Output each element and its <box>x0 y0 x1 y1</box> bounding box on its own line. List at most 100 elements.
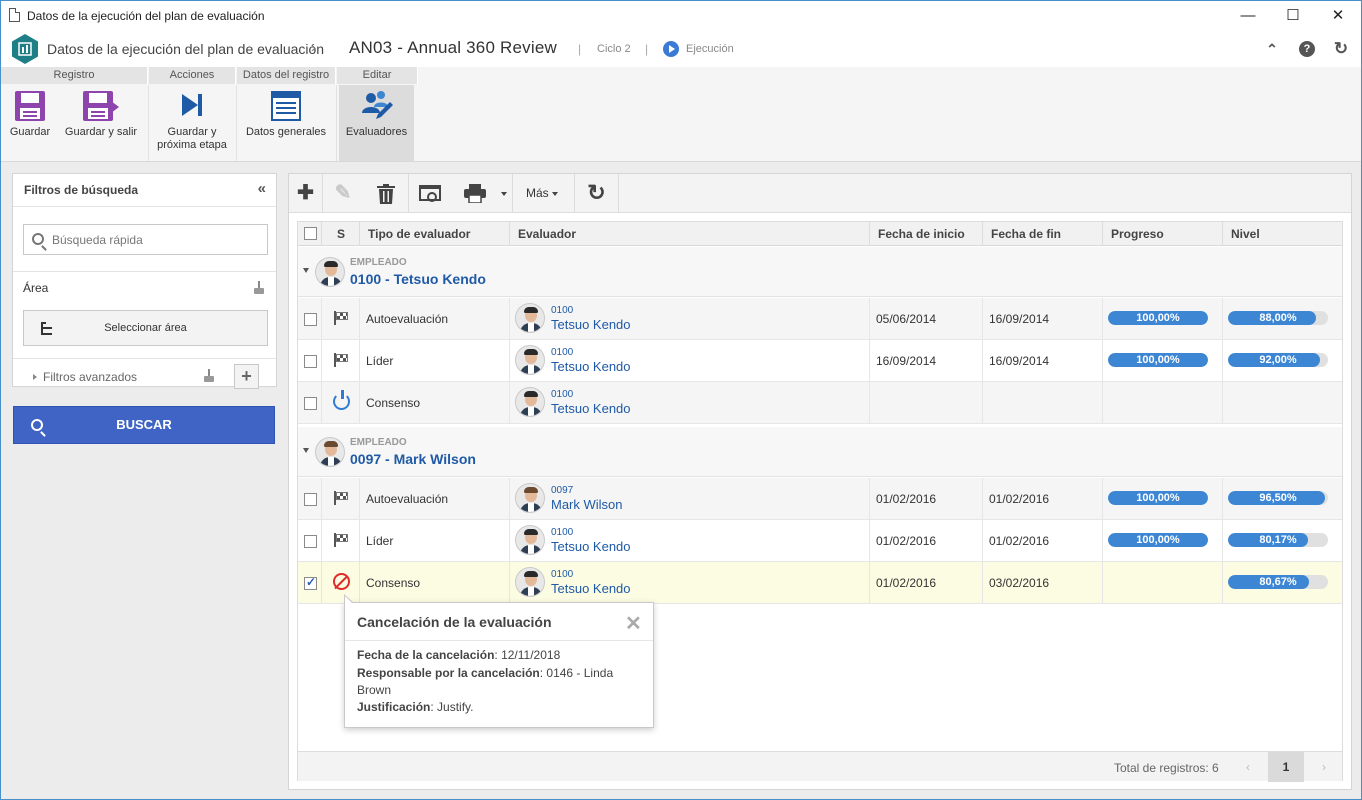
search-icon <box>31 419 43 431</box>
select-area-button[interactable]: Seleccionar área <box>23 310 268 346</box>
col-level[interactable]: Nivel <box>1223 222 1342 246</box>
pencil-icon: ✎ <box>334 182 352 204</box>
quick-search-input[interactable] <box>52 231 262 249</box>
close-popup-icon[interactable]: ✕ <box>625 611 642 636</box>
col-evaluator-type[interactable]: Tipo de evaluador <box>360 222 510 246</box>
trash-icon <box>377 184 395 204</box>
search-button[interactable]: BUSCAR <box>13 406 275 444</box>
group-label: EMPLEADO <box>350 257 407 268</box>
col-progress[interactable]: Progreso <box>1103 222 1223 246</box>
filters-title: Filtros de búsqueda <box>24 183 139 197</box>
employee-name: 0100 - Tetsuo Kendo <box>350 271 486 287</box>
end-date: 03/02/2016 <box>989 576 1050 590</box>
search-button-label: BUSCAR <box>116 417 172 432</box>
view-button[interactable] <box>409 174 451 212</box>
cancel-icon[interactable] <box>333 573 350 590</box>
collapse-panel-icon[interactable]: « <box>258 180 266 197</box>
evaluators-button[interactable]: Evaluadores <box>339 85 414 161</box>
cancellation-justification: Justificación: Justify. <box>357 700 474 714</box>
delete-button[interactable] <box>363 174 409 212</box>
select-all-checkbox[interactable] <box>304 227 317 240</box>
expand-triangle-icon[interactable] <box>33 374 37 380</box>
collapse-up-icon[interactable]: ⌃ <box>1262 39 1282 59</box>
maximize-button[interactable]: ☐ <box>1270 1 1316 31</box>
collapse-group-icon[interactable] <box>303 448 309 453</box>
refresh-button[interactable]: ↻ <box>575 174 619 212</box>
add-filter-button[interactable]: + <box>234 364 259 389</box>
cancellation-popup: Cancelación de la evaluación ✕ Fecha de … <box>344 594 654 728</box>
quick-search-box[interactable] <box>23 224 268 255</box>
add-button[interactable]: ✚ <box>289 174 323 212</box>
evaluator-type: Consenso <box>366 396 421 410</box>
row-checkbox[interactable] <box>304 493 317 506</box>
print-dropdown-icon[interactable] <box>501 192 507 196</box>
close-window-button[interactable]: ✕ <box>1315 1 1361 31</box>
play-status-icon <box>663 41 679 57</box>
progress-bar: 100,00% <box>1108 533 1208 547</box>
level-bar: 92,00% <box>1228 353 1328 367</box>
advanced-filters-toggle[interactable]: Filtros avanzados <box>43 370 137 384</box>
evaluator-code: 0100 <box>551 569 574 580</box>
more-button-area[interactable] <box>513 174 575 212</box>
table-row[interactable]: Líder 0100 Tetsuo Kendo 16/09/2014 16/09/201… <box>298 340 1342 382</box>
next-page-button[interactable]: › <box>1306 752 1342 782</box>
table-row[interactable]: Consenso 0100 Tetsuo Kendo <box>298 382 1342 424</box>
row-checkbox[interactable] <box>304 397 317 410</box>
employee-group-header[interactable]: EMPLEADO 0097 - Mark Wilson <box>298 427 1342 477</box>
col-start-date[interactable]: Fecha de inicio <box>870 222 983 246</box>
grid-toolbar: ✚ ✎ Más ↻ <box>289 174 1351 213</box>
save-button[interactable]: Guardar <box>3 85 57 161</box>
evaluator-name: Tetsuo Kendo <box>551 581 631 596</box>
col-end-date[interactable]: Fecha de fin <box>983 222 1103 246</box>
row-checkbox[interactable] <box>304 575 317 590</box>
page-1-button[interactable]: 1 <box>1268 752 1304 782</box>
end-date: 16/09/2014 <box>989 312 1050 326</box>
general-data-button[interactable]: Datos generales <box>238 85 334 161</box>
save-and-exit-button[interactable]: Guardar y salir <box>59 85 143 161</box>
edit-button[interactable]: ✎ <box>323 174 363 212</box>
help-icon[interactable]: ? <box>1299 41 1315 57</box>
plus-icon: ✚ <box>297 182 314 204</box>
row-checkbox[interactable] <box>304 313 317 326</box>
end-date: 16/09/2014 <box>989 354 1050 368</box>
employee-group-header[interactable]: EMPLEADO 0100 - Tetsuo Kendo <box>298 247 1342 297</box>
avatar <box>515 525 545 555</box>
clear-filter-icon[interactable] <box>253 281 265 295</box>
evaluator-type: Autoevaluación <box>366 492 449 506</box>
collapse-group-icon[interactable] <box>303 268 309 273</box>
status-label: Ejecución <box>686 43 734 55</box>
title-bar: Datos de la ejecución del plan de evalua… <box>1 1 1361 31</box>
progress-bar: 100,00% <box>1108 491 1208 505</box>
evaluator-code: 0100 <box>551 527 574 538</box>
minimize-button[interactable]: — <box>1225 1 1271 31</box>
row-checkbox[interactable] <box>304 355 317 368</box>
avatar <box>515 345 545 375</box>
view-record-icon <box>419 185 441 202</box>
table-row[interactable]: Líder 0100 Tetsuo Kendo 01/02/2016 01/02/201… <box>298 520 1342 562</box>
table-row[interactable]: Autoevaluación 0097 Mark Wilson 01/02/2016 0… <box>298 478 1342 520</box>
col-evaluator[interactable]: Evaluador <box>510 222 870 246</box>
table-row[interactable]: Autoevaluación 0100 Tetsuo Kendo 05/06/2014… <box>298 298 1342 340</box>
group-label: EMPLEADO <box>350 437 407 448</box>
avatar <box>315 437 345 467</box>
area-label: Área <box>23 281 49 295</box>
breadcrumb[interactable]: Datos de la ejecución del plan de evalua… <box>47 41 324 57</box>
col-status[interactable]: S <box>322 222 360 246</box>
refresh-icon[interactable]: ↻ <box>1331 39 1351 59</box>
checkered-flag-icon <box>334 353 348 367</box>
print-button[interactable] <box>451 174 513 212</box>
general-data-label: Datos generales <box>245 126 327 138</box>
save-next-stage-button[interactable]: Guardar y próxima etapa <box>150 85 234 161</box>
save-next-label-2: próxima etapa <box>157 139 227 151</box>
evaluator-type: Consenso <box>366 576 421 590</box>
row-checkbox[interactable] <box>304 535 317 548</box>
app-header: Datos de la ejecución del plan de evalua… <box>1 31 1361 67</box>
clear-advanced-icon[interactable] <box>203 369 215 383</box>
table-row[interactable]: Consenso 0100Tetsuo Kendo 01/02/2016 03/02/… <box>298 562 1342 604</box>
evaluator-name: Mark Wilson <box>551 497 623 512</box>
evaluators-label: Evaluadores <box>345 126 408 138</box>
app-logo-icon <box>12 34 38 64</box>
grid-header: S Tipo de evaluador Evaluador Fecha de i… <box>298 222 1342 246</box>
cycle-label: Ciclo 2 <box>597 43 631 55</box>
prev-page-button[interactable]: ‹ <box>1230 752 1266 782</box>
